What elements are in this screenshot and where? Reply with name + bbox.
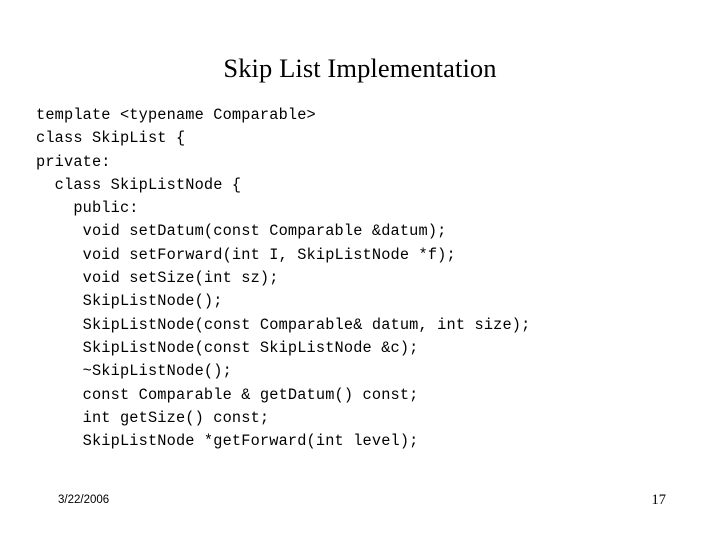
code-line: SkipListNode(const Comparable& datum, in… — [36, 315, 531, 334]
slide-footer: 3/22/2006 17 — [0, 492, 720, 522]
code-line: class SkipList { — [36, 129, 186, 148]
code-line: template <typename Comparable> — [36, 106, 316, 124]
code-line: ~SkipListNode(); — [36, 362, 232, 381]
code-block: template <typename Comparable> class Skip… — [36, 104, 696, 453]
code-line: SkipListNode(); — [36, 292, 223, 311]
code-line: SkipListNode *getForward(int level); — [36, 432, 419, 451]
code-line: SkipListNode(const SkipListNode &c); — [36, 338, 419, 357]
footer-date: 3/22/2006 — [58, 494, 110, 506]
code-line: private: — [36, 152, 111, 171]
code-line: void setForward(int I, SkipListNode *f); — [36, 245, 456, 264]
slide-title: Skip List Implementation — [223, 53, 497, 83]
code-line: int getSize() const; — [36, 408, 270, 427]
slide-page-number: 17 — [651, 492, 667, 508]
code-line: class SkipListNode { — [36, 175, 242, 194]
code-line: public: — [36, 199, 139, 218]
code-line: const Comparable & getDatum() const; — [36, 385, 419, 404]
code-line: void setSize(int sz); — [36, 269, 279, 288]
code-line: void setDatum(const Comparable &datum); — [36, 222, 447, 241]
presentation-slide: Skip List Implementation template <typen… — [0, 0, 720, 540]
